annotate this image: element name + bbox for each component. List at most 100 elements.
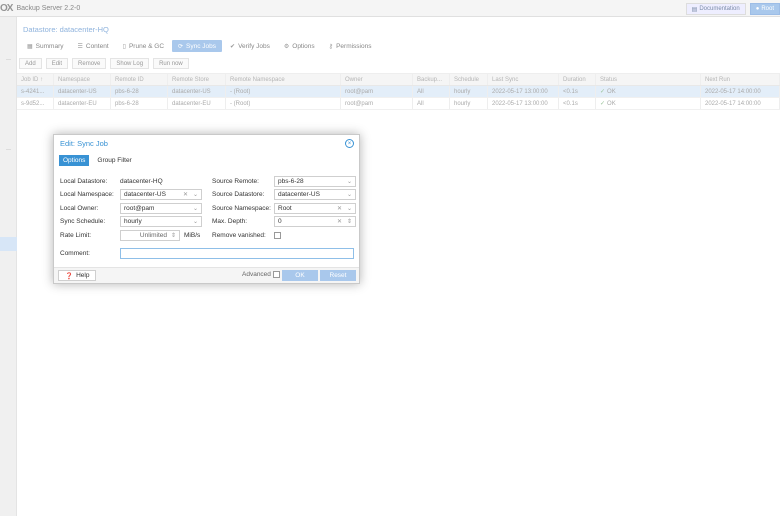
ok-button[interactable]: OK [282,270,318,281]
local-owner-select[interactable]: root@pam ⌄ [120,203,202,214]
table-cell: pbs-6-28 [111,86,168,97]
top-bar-actions: ▤ Documentation ● Root [685,3,780,15]
advanced-toggle[interactable]: Advanced [242,271,280,278]
column-header[interactable]: Owner [341,74,413,85]
table-row[interactable]: s-4241... datacenter-US pbs-6-28 datacen… [17,86,780,98]
status-cell: ✓ OK [596,98,701,109]
table-cell: datacenter-US [54,86,111,97]
rate-limit-input[interactable]: Unlimited ⇕ [120,230,180,241]
status-cell: ✓ OK [596,86,701,97]
sidebar-marker: — [6,147,11,153]
column-header[interactable]: Next Run [701,74,780,85]
clear-icon[interactable]: ✕ [183,191,188,198]
local-owner-row: Local Owner: root@pam ⌄ [60,203,202,214]
table-row[interactable]: s-9d52... datacenter-EU pbs-6-28 datacen… [17,98,780,110]
table-cell: - (Root) [226,98,341,109]
help-button[interactable]: ❓ Help [58,270,97,281]
check-icon: ✓ [600,101,606,107]
remove-vanished-checkbox[interactable] [274,232,281,239]
tab-permissions[interactable]: ⚷ Permissions [323,40,378,52]
max-depth-label: Max. Depth: [212,218,248,225]
tab-verify-jobs[interactable]: ✔ Verify Jobs [224,40,276,52]
table-cell: s-4241... [17,86,54,97]
column-header[interactable]: Remote Store [168,74,226,85]
column-header[interactable]: Remote ID [111,74,168,85]
spinner-icon[interactable]: ⇕ [347,218,352,225]
table-cell: <0.1s [559,86,596,97]
column-header[interactable]: Duration [559,74,596,85]
column-header[interactable]: Namespace [54,74,111,85]
sync-jobs-table: Job ID ↑ Namespace Remote ID Remote Stor… [17,73,780,110]
tab-summary[interactable]: ▦ Summary [21,40,69,52]
tab-prune-gc[interactable]: ▯ Prune & GC [117,40,170,52]
summary-icon: ▦ [27,43,33,50]
local-namespace-label: Local Namespace: [60,191,114,198]
key-icon: ⚷ [328,43,334,50]
tab-options[interactable]: Options [59,155,90,166]
advanced-checkbox[interactable] [272,271,280,278]
comment-row: Comment: [60,248,354,259]
chevron-down-icon[interactable]: ⌄ [193,191,198,198]
tab-sync-jobs[interactable]: ⟳ Sync Jobs [172,40,223,52]
sidebar-marker: — [6,57,11,63]
run-now-button[interactable]: Run now [153,58,189,69]
source-remote-label: Source Remote: [212,178,259,185]
source-namespace-select[interactable]: Root ✕ ⌄ [274,203,356,214]
sync-schedule-row: Sync Schedule: hourly ⌄ [60,216,202,227]
add-button[interactable]: Add [19,58,42,69]
table-cell: <0.1s [559,98,596,109]
table-cell: hourly [450,98,488,109]
chevron-down-icon[interactable]: ⌄ [193,205,198,212]
local-namespace-select[interactable]: datacenter-US ✕ ⌄ [120,189,202,200]
table-cell: root@pam [341,86,413,97]
dialog-footer: ❓ Help Advanced OK Reset [54,267,359,283]
column-header[interactable]: Status [596,74,701,85]
column-header[interactable]: Remote Namespace [226,74,341,85]
column-header[interactable]: Backup... [413,74,450,85]
spinner-icon[interactable]: ⇕ [171,232,176,239]
sync-jobs-toolbar: Add Edit Remove Show Log Run now [19,58,189,69]
source-datastore-row: Source Datastore: datacenter-US ⌄ [212,189,356,200]
reset-button[interactable]: Reset [320,270,356,281]
column-header[interactable]: Schedule [450,74,488,85]
table-cell: hourly [450,86,488,97]
documentation-button[interactable]: ▤ Documentation [685,3,746,15]
close-icon[interactable]: × [345,139,354,148]
table-cell: s-9d52... [17,98,54,109]
remove-button[interactable]: Remove [72,58,107,69]
source-remote-select[interactable]: pbs-6-28 ⌄ [274,176,356,187]
tab-options[interactable]: ⚙ Options [278,40,321,52]
user-icon: ● [755,6,760,12]
comment-input[interactable] [120,248,354,259]
table-cell: 2022-05-17 13:00:00 [488,98,559,109]
chevron-down-icon[interactable]: ⌄ [347,191,352,198]
sync-icon: ⟳ [178,43,184,50]
sync-schedule-select[interactable]: hourly ⌄ [120,216,202,227]
clear-icon[interactable]: ✕ [337,205,342,212]
source-namespace-label: Source Namespace: [212,205,271,212]
sidebar-item-selected[interactable] [0,237,17,251]
table-cell: datacenter-EU [54,98,111,109]
chevron-down-icon[interactable]: ⌄ [347,205,352,212]
chevron-down-icon[interactable]: ⌄ [193,218,198,225]
check-icon: ✓ [600,89,606,95]
tab-content[interactable]: ☰ Content [71,40,114,52]
column-header[interactable]: Last Sync [488,74,559,85]
clear-icon[interactable]: ✕ [337,218,342,225]
show-log-button[interactable]: Show Log [110,58,150,69]
sync-schedule-label: Sync Schedule: [60,218,106,225]
dialog-tabs: Options Group Filter [59,155,136,166]
content-icon: ☰ [77,43,83,50]
table-cell: root@pam [341,98,413,109]
datastore-tabs: ▦ Summary ☰ Content ▯ Prune & GC ⟳ Sync Jobs… [21,40,377,52]
chevron-down-icon[interactable]: ⌄ [347,178,352,185]
tab-group-filter[interactable]: Group Filter [93,155,135,166]
user-menu-button[interactable]: ● Root [749,3,780,15]
source-datastore-select[interactable]: datacenter-US ⌄ [274,189,356,200]
remove-vanished-row: Remove vanished: [212,230,281,241]
left-sidebar: — — [0,17,17,516]
column-header[interactable]: Job ID ↑ [17,74,54,85]
app-title: Backup Server 2.2-0 [16,4,81,12]
max-depth-input[interactable]: 0 ✕ ⇕ [274,216,356,227]
edit-button[interactable]: Edit [45,58,69,69]
